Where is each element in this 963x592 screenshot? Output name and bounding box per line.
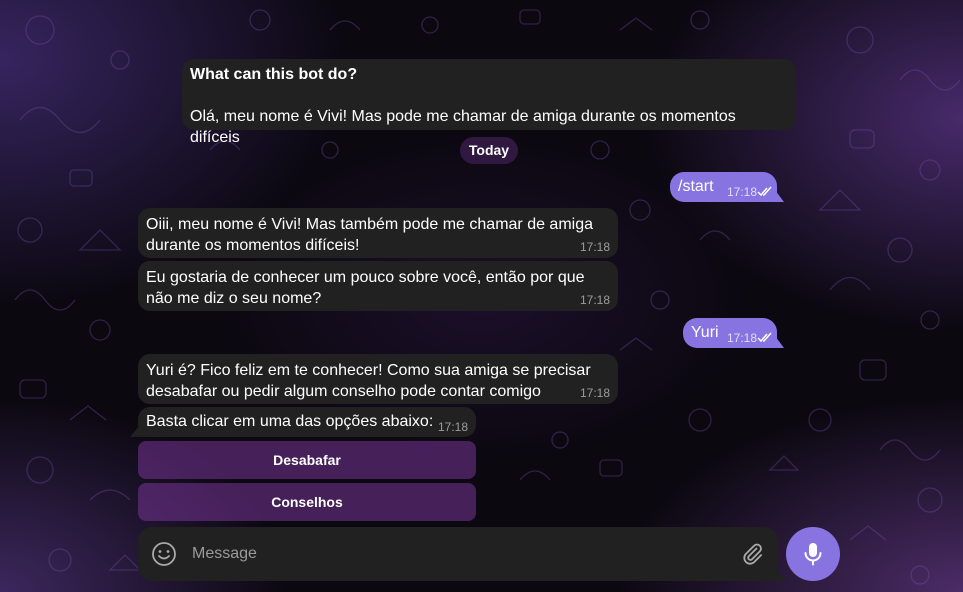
bot-info-card: What can this bot do? Olá, meu nome é Vi… [182, 59, 796, 146]
keyboard-button-desabafar[interactable]: Desabafar [138, 441, 476, 479]
bot-info-title: What can this bot do? [190, 66, 358, 83]
message-time: 17:18 [437, 420, 468, 434]
keyboard-button-conselhos[interactable]: Conselhos [138, 483, 476, 521]
message-time: 17:18 [726, 331, 757, 345]
message-time: 17:18 [726, 185, 757, 199]
incoming-message[interactable]: Oiii, meu nome é Vivi! Mas também pode m… [138, 208, 618, 258]
outgoing-message[interactable]: /start 17:18 [670, 172, 784, 202]
microphone-icon [804, 543, 822, 566]
smile-icon[interactable] [151, 541, 177, 567]
incoming-message[interactable]: Eu gostaria de conhecer um pouco sobre v… [138, 261, 618, 311]
message-text: Eu gostaria de conhecer um pouco sobre v… [146, 269, 585, 307]
bubble-tail [775, 190, 784, 202]
outgoing-message[interactable]: Yuri 17:18 [683, 318, 784, 348]
incoming-message[interactable]: Yuri é? Fico feliz em te conhecer! Como … [138, 354, 618, 404]
double-check-icon [757, 186, 772, 197]
message-input[interactable] [192, 527, 722, 581]
message-time: 17:18 [579, 240, 610, 254]
microphone-button[interactable] [786, 527, 840, 581]
message-composer [138, 527, 786, 581]
double-check-icon [757, 332, 772, 343]
date-separator: Today [460, 137, 518, 164]
message-text: Yuri é? Fico feliz em te conhecer! Como … [146, 362, 591, 400]
bubble-tail [775, 336, 784, 348]
message-time: 17:18 [579, 386, 610, 400]
message-text: /start [678, 178, 714, 195]
message-time: 17:18 [579, 293, 610, 307]
incoming-message[interactable]: Basta clicar em uma das opções abaixo: 1… [130, 407, 476, 437]
paperclip-icon[interactable] [740, 542, 764, 566]
message-text: Yuri [691, 324, 719, 341]
message-text: Basta clicar em uma das opções abaixo: [146, 413, 434, 430]
bubble-tail [130, 425, 140, 437]
chat-area: What can this bot do? Olá, meu nome é Vi… [0, 0, 963, 592]
message-text: Oiii, meu nome é Vivi! Mas também pode m… [146, 216, 594, 254]
